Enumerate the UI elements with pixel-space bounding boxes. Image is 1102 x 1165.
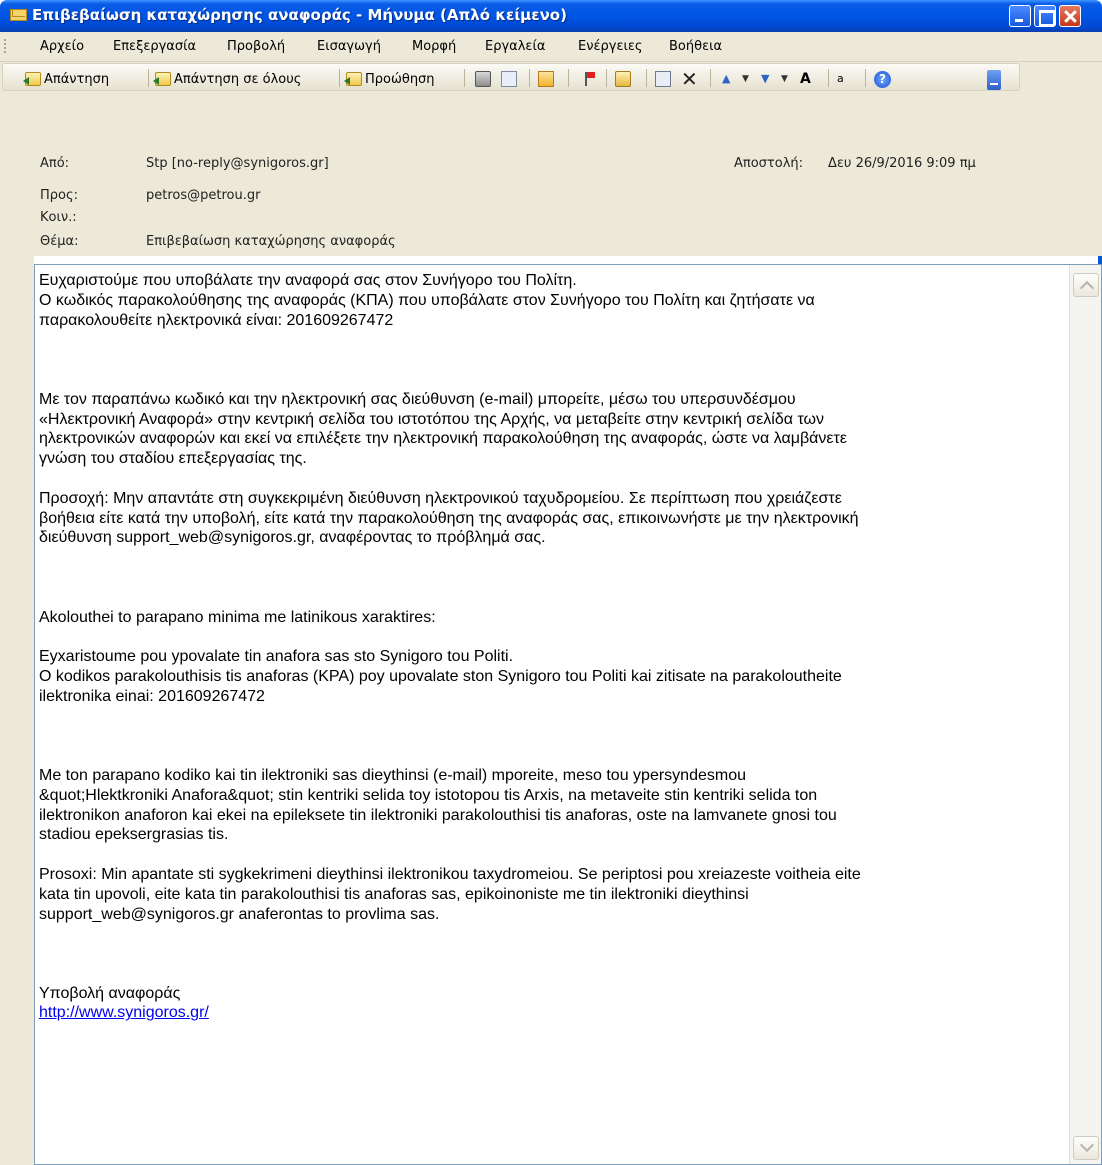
- toolbar-separator: [148, 69, 149, 87]
- menu-view[interactable]: Προβολή: [227, 39, 285, 54]
- minimize-button[interactable]: [1009, 5, 1031, 27]
- toolbar-separator: [865, 69, 866, 87]
- message-body-text[interactable]: Ευχαριστούμε που υποβάλατε την αναφορά σ…: [39, 271, 1069, 1023]
- website-link[interactable]: http://www.synigoros.gr/: [39, 1004, 209, 1021]
- menu-insert[interactable]: Εισαγωγή: [317, 39, 381, 54]
- translate-glyph: a: [837, 72, 844, 85]
- print-icon[interactable]: [475, 71, 491, 87]
- font-size-glyph: A: [800, 71, 811, 87]
- title-bar[interactable]: Επιβεβαίωση καταχώρησης αναφοράς - Μήνυμ…: [0, 0, 1102, 32]
- toolbar-separator: [464, 69, 465, 87]
- body-paragraph: Akolouthei to parapano minima me latinik…: [39, 608, 436, 626]
- to-value[interactable]: petros@petrou.gr: [146, 188, 260, 203]
- vertical-scrollbar[interactable]: [1069, 265, 1101, 1164]
- cc-label: Κοιν.:: [40, 210, 77, 225]
- window-frame: [0, 256, 34, 1165]
- forward-label: Προώθηση: [365, 71, 435, 87]
- toolbar-separator: [828, 69, 829, 87]
- reply-all-button[interactable]: Απάντηση σε όλους: [153, 70, 302, 88]
- body-paragraph: Prosoxi: Min apantate sti sygkekrimeni d…: [39, 865, 861, 923]
- subject-value: Επιβεβαίωση καταχώρησης αναφοράς: [146, 234, 396, 249]
- scroll-up-button[interactable]: [1073, 273, 1099, 297]
- message-body[interactable]: Ευχαριστούμε που υποβάλατε την αναφορά σ…: [34, 264, 1102, 1165]
- signature-text: Υποβολή αναφοράς: [39, 984, 181, 1002]
- reply-label: Απάντηση: [44, 71, 110, 87]
- body-paragraph: Με τον παραπάνω κωδικό και την ηλεκτρονι…: [39, 390, 848, 468]
- toolbar-options-chevron[interactable]: [987, 70, 1001, 90]
- menu-grip[interactable]: [4, 39, 7, 53]
- toolbar-separator: [529, 69, 530, 87]
- menu-help[interactable]: Βοήθεια: [669, 39, 722, 54]
- from-label: Από:: [40, 156, 70, 171]
- copy-icon[interactable]: [501, 71, 517, 87]
- menu-file[interactable]: Αρχείο: [40, 39, 84, 54]
- menu-tools[interactable]: Εργαλεία: [485, 39, 545, 54]
- chevron-down-icon[interactable]: ▼: [781, 71, 797, 87]
- from-value[interactable]: Stp [no-reply@synigoros.gr]: [146, 156, 329, 171]
- previous-item-icon[interactable]: ▲: [722, 71, 738, 87]
- menu-edit[interactable]: Επεξεργασία: [113, 39, 196, 54]
- toolbar-separator: [568, 69, 569, 87]
- toolbar-separator: [710, 69, 711, 87]
- menu-actions[interactable]: Ενέργειες: [578, 39, 643, 54]
- next-item-icon[interactable]: ▼: [761, 71, 777, 87]
- toolbar: Απάντηση Απάντηση σε όλους Προώθηση ✕ ▲ …: [0, 62, 1102, 92]
- forward-icon: [344, 72, 362, 86]
- sent-value: Δευ 26/9/2016 9:09 πμ: [828, 156, 976, 171]
- body-paragraph: Ευχαριστούμε που υποβάλατε την αναφορά σ…: [39, 272, 815, 329]
- move-to-folder-icon[interactable]: [655, 71, 671, 87]
- scroll-down-button[interactable]: [1073, 1136, 1099, 1160]
- menu-bar: Αρχείο Επεξεργασία Προβολή Εισαγωγή Μορφ…: [0, 32, 1102, 62]
- font-size-icon[interactable]: A: [800, 71, 816, 87]
- body-paragraph: Eyxaristoume pou ypovalate tin anafora s…: [39, 648, 842, 705]
- help-glyph: ?: [879, 72, 886, 86]
- menu-format[interactable]: Μορφή: [412, 39, 456, 54]
- flag-icon[interactable]: [579, 71, 595, 87]
- forward-button[interactable]: Προώθηση: [344, 70, 435, 88]
- reply-all-icon: [153, 72, 171, 86]
- subject-label: Θέμα:: [40, 234, 79, 249]
- toolbar-separator: [606, 69, 607, 87]
- chevron-down-icon[interactable]: ▼: [742, 71, 758, 87]
- folder-icon[interactable]: [615, 71, 631, 87]
- mark-mail-icon[interactable]: [538, 71, 554, 87]
- sent-label: Αποστολή:: [734, 156, 804, 171]
- reply-button[interactable]: Απάντηση: [23, 70, 110, 88]
- to-label: Προς:: [40, 188, 78, 203]
- translate-icon[interactable]: a: [837, 71, 853, 87]
- reply-icon: [23, 72, 41, 86]
- toolbar-separator: [646, 69, 647, 87]
- help-icon[interactable]: ?: [874, 71, 891, 88]
- reply-all-label: Απάντηση σε όλους: [174, 71, 302, 87]
- toolbar-strip: Απάντηση Απάντηση σε όλους Προώθηση ✕ ▲ …: [2, 63, 1020, 91]
- body-paragraph: Me ton parapano kodiko kai tin ilektroni…: [39, 766, 837, 844]
- envelope-icon: [10, 9, 27, 21]
- toolbar-separator: [339, 69, 340, 87]
- maximize-button[interactable]: [1034, 5, 1056, 27]
- body-paragraph: Προσοχή: Μην απαντάτε στη συγκεκριμένη δ…: [39, 489, 859, 547]
- window-title: Επιβεβαίωση καταχώρησης αναφοράς - Μήνυμ…: [32, 6, 567, 24]
- close-button[interactable]: [1059, 5, 1081, 27]
- message-header: Από: Stp [no-reply@synigoros.gr] Αποστολ…: [0, 92, 1102, 256]
- delete-icon[interactable]: ✕: [681, 69, 698, 89]
